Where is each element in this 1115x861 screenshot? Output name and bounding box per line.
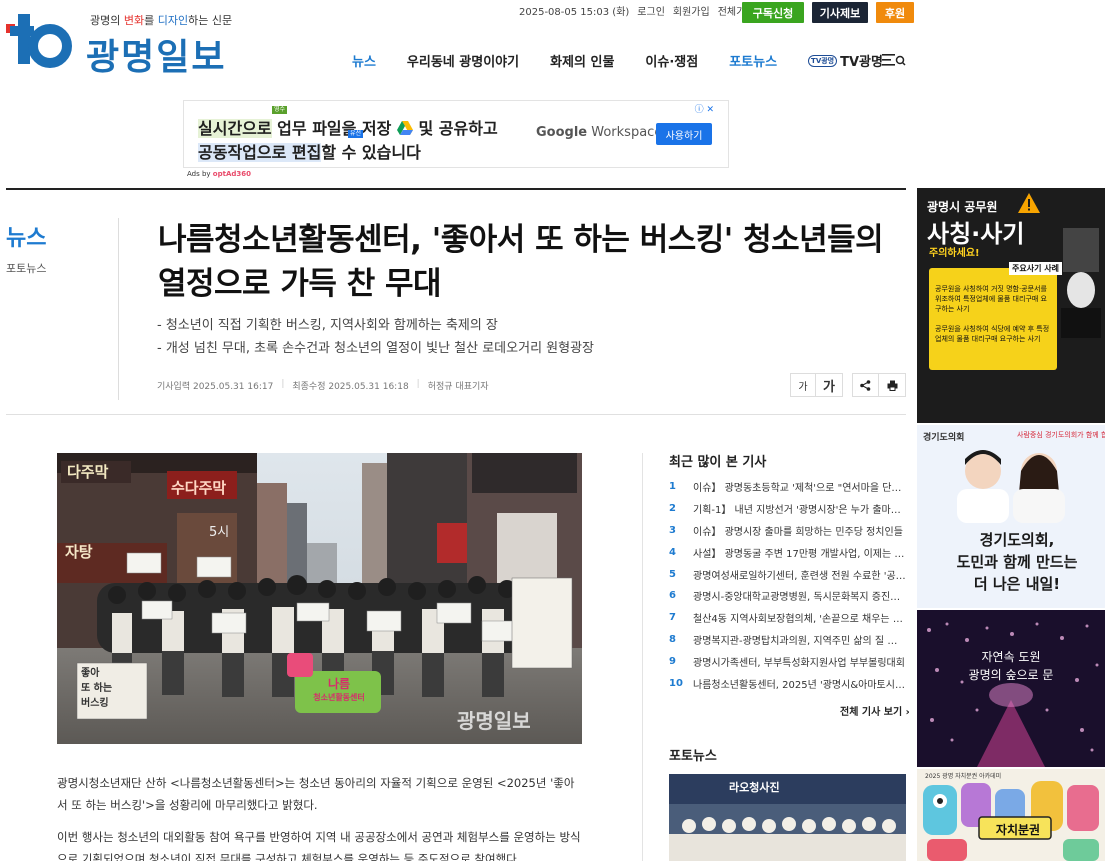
ad-banner[interactable]: 실시간으로 업무 파일을 저장 및 공유하고 영수 공동작업으로 편집할 수 있… bbox=[183, 100, 729, 168]
article-section: 뉴스 포토뉴스 bbox=[6, 220, 46, 276]
photo-board: 좋아 또 하는 버스킹 bbox=[81, 668, 113, 709]
header-divider bbox=[6, 188, 906, 190]
nav-news[interactable]: 뉴스 bbox=[352, 51, 376, 70]
subheading-2: - 개성 넘친 무대, 초록 손수건과 청소년의 열정이 빛난 철산 로데오거리… bbox=[157, 341, 594, 356]
subsection-title[interactable]: 포토뉴스 bbox=[6, 260, 46, 276]
nav-people[interactable]: 화제의 인물 bbox=[550, 51, 614, 70]
photo-watermark: 광명일보 bbox=[457, 709, 531, 733]
article-meta: 기사입력 2025.05.31 16:17 | 최종수정 2025.05.31 … bbox=[157, 379, 489, 392]
most-read-item[interactable]: 5 광명여성새로일하기센터, 훈련생 전원 수료한 '공공기관' bbox=[669, 563, 906, 585]
masked-person-image bbox=[1061, 228, 1101, 338]
article-subheadings: - 청소년이 직접 기획한 버스킹, 지역사회와 함께하는 축제의 장 - 개성… bbox=[157, 314, 594, 360]
most-read-item[interactable]: 9 광명시가족센터, 부부특성화지원사업 부부볼링대회 bbox=[669, 650, 906, 672]
news-tip-button[interactable]: 기사제보 bbox=[812, 2, 868, 23]
photo-sign-1: 다주막 bbox=[67, 463, 109, 481]
gyeonggi-assembly-banner[interactable]: 경기도의회 사람중심 경기도의회가 함께 합니다 경기도의회, 도민과 함께 만… bbox=[917, 425, 1105, 608]
main-nav: 뉴스 우리동네 광명이야기 화제의 인물 이슈·쟁점 포토뉴스 TV광명 TV광… bbox=[352, 51, 914, 70]
drive-icon bbox=[396, 121, 413, 135]
view-all-articles-link[interactable]: 전체 기사 보기 › bbox=[840, 703, 910, 718]
site-logo[interactable]: 광명의 변화를 디자인하는 신문 광명일보 bbox=[6, 8, 256, 78]
fraud-warning-banner[interactable]: 광명시 공무원 사칭·사기 주의하세요! 주요사기 사례 공무원을 사칭하여 거… bbox=[917, 188, 1105, 423]
font-smaller-button[interactable]: 가 bbox=[790, 373, 816, 397]
top-utility-links: 2025-08-05 15:03 (화) 로그인 회원가입 전체기사 bbox=[519, 7, 755, 19]
donate-button[interactable]: 후원 bbox=[876, 2, 914, 23]
most-read-item[interactable]: 1이슈】 광명동초등학교 '제척'으로 "연서마을 단독주택지 주민 반발" bbox=[669, 476, 906, 498]
published-date: 기사입력 2025.05.31 16:17 bbox=[157, 382, 274, 392]
column-divider bbox=[642, 453, 643, 861]
menu-search-icon[interactable] bbox=[881, 52, 907, 68]
photo-news-thumb-text: 라오청사진 bbox=[729, 781, 780, 794]
article-paragraph-1: 광명시청소년재단 산하 <나름청소년활동센터>는 청소년 동아리의 자율적 기획… bbox=[57, 776, 575, 812]
nav-photo-news[interactable]: 포토뉴스 bbox=[729, 51, 777, 70]
most-read-item[interactable]: 8 광명복지관-광명탑치과의원, 지역주민 삶의 질 향상을 bbox=[669, 629, 906, 651]
article-photo[interactable]: 다주막 수다주막 자탕 5시 나름 청소년활동센터 좋아 또 하는 버스킹 광명… bbox=[57, 453, 582, 744]
ad-tag-1: 영수 bbox=[272, 106, 288, 114]
subheading-1: - 청소년이 직접 기획한 버스킹, 지역사회와 함께하는 축제의 장 bbox=[157, 318, 498, 333]
current-datetime: 2025-08-05 15:03 (화) bbox=[519, 7, 630, 18]
section-divider bbox=[118, 218, 119, 400]
gyeonggi-slogan: 경기도의회, 도민과 함께 만드는 더 나은 내일! bbox=[956, 531, 1078, 593]
ads-by-label: Ads by optAd360 bbox=[187, 170, 252, 178]
ad-cta-button[interactable]: 사용하기 bbox=[656, 123, 712, 145]
most-read-item[interactable]: 10 나름청소년활동센터, 2025년 '광명시&아마토시 청소년' bbox=[669, 672, 906, 694]
most-read-item[interactable]: 4 사설】 광명동굴 주변 17만평 개발사업, 이제는 새 판을 bbox=[669, 541, 906, 563]
share-icon[interactable] bbox=[852, 373, 879, 397]
chevron-right-icon: › bbox=[905, 707, 910, 718]
login-link[interactable]: 로그인 bbox=[637, 7, 665, 19]
font-larger-button[interactable]: 가 bbox=[815, 373, 843, 397]
most-read-item[interactable]: 2 기획-1】 내년 지방선거 '광명시장'은 누가 출마하나? bbox=[669, 498, 906, 520]
article-headline: 나름청소년활동센터, '좋아서 또 하는 버스킹' 청소년들의 열정으로 가득 … bbox=[158, 222, 884, 302]
site-slogan: 광명의 변화를 디자인하는 신문 bbox=[90, 14, 233, 27]
photo-news-thumb[interactable]: 라오청사진 bbox=[669, 774, 906, 861]
tv-logo-icon: TV광명 bbox=[808, 54, 838, 67]
author-name[interactable]: 허정규 대표기자 bbox=[428, 379, 489, 392]
subscribe-button[interactable]: 구독신청 bbox=[742, 2, 804, 23]
logo-mark-icon bbox=[6, 14, 72, 68]
ad-info-icon[interactable]: ⓘ ✕ bbox=[695, 102, 714, 115]
photo-sign-4: 5시 bbox=[209, 525, 230, 540]
modified-date: 최종수정 2025.05.31 16:18 bbox=[292, 382, 409, 392]
section-title[interactable]: 뉴스 bbox=[6, 220, 46, 252]
article-paragraph-2: 이번 행사는 청소년의 대외활동 참여 욕구를 반영하여 지역 내 공공장소에서… bbox=[57, 830, 581, 861]
site-name: 광명일보 bbox=[86, 37, 227, 78]
forest-light-text: 자연속 도원 광명의 숲으로 문 bbox=[968, 650, 1054, 682]
article-header-divider bbox=[6, 414, 906, 415]
article-body: 광명시청소년재단 산하 <나름청소년활동센터>는 청소년 동아리의 자율적 기획… bbox=[57, 772, 582, 861]
characters-image bbox=[923, 781, 1099, 861]
photo-sign-2: 수다주막 bbox=[171, 479, 227, 497]
forest-light-banner[interactable]: 자연속 도원 광명의 숲으로 문 bbox=[917, 610, 1105, 767]
nav-issues[interactable]: 이슈·쟁점 bbox=[645, 51, 698, 70]
google-workspace-logo: Google Workspace bbox=[536, 125, 663, 140]
ad-tag-2: 유선 bbox=[348, 130, 364, 138]
light-tunnel-image bbox=[917, 610, 1105, 767]
photo-news-title: 포토뉴스 bbox=[669, 749, 717, 764]
most-read-item[interactable]: 7 철산4동 지역사회보장협의체, '손끝으로 채우는 마음' bbox=[669, 607, 906, 629]
nav-tv[interactable]: TV광명 TV광명 bbox=[808, 51, 883, 70]
signup-link[interactable]: 회원가입 bbox=[673, 7, 710, 19]
photo-banner: 나름 청소년활동센터 bbox=[313, 677, 365, 702]
photo-sign-3: 자탕 bbox=[65, 543, 93, 561]
most-read-item[interactable]: 3 이슈】 광명시장 출마를 희망하는 민주당 정치인들 bbox=[669, 520, 906, 542]
autonomy-sign: 자치분권 bbox=[995, 823, 1041, 837]
nav-neighborhood-stories[interactable]: 우리동네 광명이야기 bbox=[407, 51, 519, 70]
most-read-item[interactable]: 6 광명시-중앙대학교광명병원, 독시문화복지 증진을 위한 bbox=[669, 585, 906, 607]
two-people-image bbox=[957, 450, 1065, 523]
most-read-title: 최근 많이 본 기사 bbox=[669, 455, 767, 470]
nav-tv-label: TV광명 bbox=[840, 55, 883, 70]
most-read-list: 1이슈】 광명동초등학교 '제척'으로 "연서마을 단독주택지 주민 반발" 2… bbox=[669, 476, 906, 694]
print-icon[interactable] bbox=[878, 373, 906, 397]
autonomy-academy-banner[interactable]: 2025 광명 자치분권 아카데미 자치분권 bbox=[917, 769, 1105, 861]
ad-line-2: 공동작업으로 편집할 수 있습니다 bbox=[198, 143, 421, 162]
